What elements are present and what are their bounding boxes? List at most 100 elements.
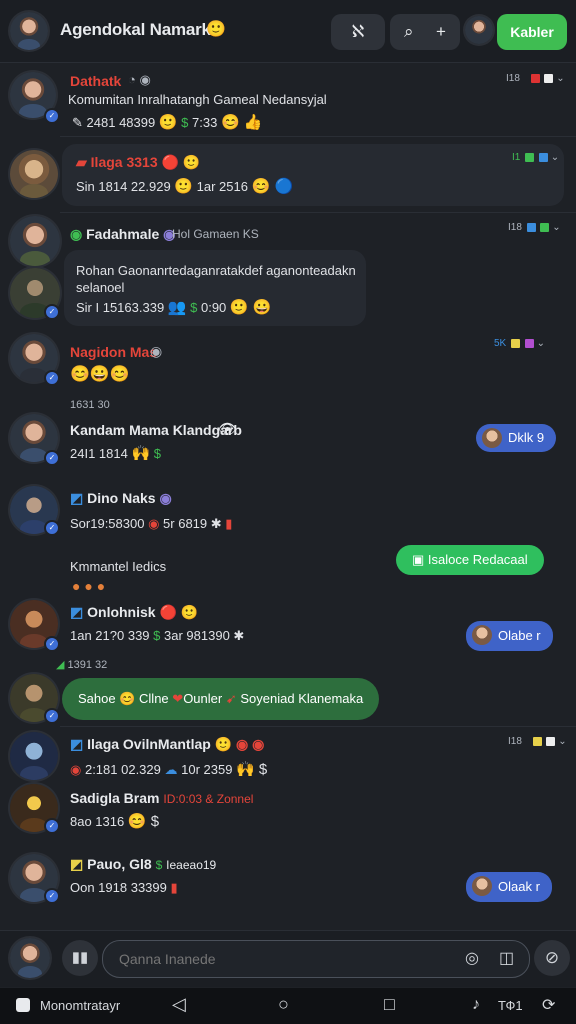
status-icon: ◔ ◉	[128, 72, 151, 87]
primary-action-button[interactable]: Kabler	[497, 14, 567, 50]
emoji-icon: 🔴 🙂	[159, 604, 199, 620]
money-icon: $	[181, 115, 189, 130]
pill-part-c: Ounler	[183, 691, 223, 706]
timestamp-divider: 1631 30	[70, 399, 110, 411]
emoji-icon: ◉	[148, 516, 160, 531]
verified-icon: ✓	[44, 708, 60, 724]
sender-name[interactable]: Sadigla Bram ID:0:03 & Zonnel	[70, 790, 253, 806]
sender-name[interactable]: ◩ Onlohnisk 🔴 🙂	[70, 604, 198, 621]
side-time: I18 ⌄	[508, 222, 561, 233]
my-avatar[interactable]	[10, 938, 50, 978]
verified-icon: ✓	[44, 888, 60, 904]
chevron-down-icon[interactable]: ⌄	[556, 73, 564, 84]
message-time: 5r 6819	[163, 516, 208, 531]
reply-bubble-text: Olaak r	[498, 879, 540, 894]
avatar-ilaga-2[interactable]	[10, 732, 58, 780]
send-icon: ⊘	[544, 948, 560, 967]
composer-bar: ▮▮ ◎ ◫ ⊘	[0, 930, 576, 987]
divider	[60, 726, 576, 727]
flag-icon	[544, 73, 554, 83]
home-icon[interactable]: ○	[278, 994, 289, 1015]
avatar-ilaga[interactable]	[10, 150, 58, 198]
money-icon: ✎	[72, 115, 83, 130]
sender-name[interactable]: ◩ Dino Naks ◉	[70, 490, 172, 507]
emoji-icon: 😊	[119, 691, 136, 706]
sender-name[interactable]: Kmmantel Iedics	[70, 559, 166, 574]
music-icon[interactable]: ♪	[472, 996, 480, 1014]
sender-name-text: Dino Naks	[87, 490, 156, 506]
message-meta: 1an 21?0 339 $ 3ar 981390 ✱	[70, 628, 244, 644]
sender-name[interactable]: ◉ Fadahmale ◉	[70, 226, 175, 243]
refresh-icon[interactable]: ⟳	[542, 995, 555, 1015]
emoji-icon: 🙌	[131, 445, 151, 462]
sender-name-text: Ilaga OvilnMantlap	[87, 736, 211, 752]
meta-line: Sir I 15163.339	[76, 300, 165, 315]
emoji-icon: 😊 🔵	[251, 178, 294, 195]
flag-icon	[530, 73, 540, 83]
sender-name-text: Fadahmale	[86, 226, 160, 242]
sticker-icon[interactable]: ◫	[499, 948, 514, 968]
pill-part-b: Cllne	[139, 691, 169, 706]
title-emoji-icon: 🙂	[206, 21, 226, 38]
flag-icon: ◩	[70, 856, 84, 872]
plus-icon: +	[436, 22, 446, 41]
avatar-fadahmale[interactable]	[10, 216, 60, 266]
money-icon: $	[153, 446, 162, 461]
avatar-shirt	[19, 104, 47, 118]
emoji-icon: 🙂	[174, 178, 194, 195]
chevron-down-icon[interactable]: ⌄	[537, 338, 545, 349]
chevron-down-icon[interactable]: ⌄	[551, 152, 559, 163]
search-button[interactable]: ⌕ +	[390, 14, 460, 50]
sender-name[interactable]: Kandam Mama Klandgarb	[70, 422, 242, 438]
top-bar: Agendokal Namark 🙂 ℵ ⌕ + Kabler	[0, 0, 576, 63]
avatar-shirt	[19, 765, 49, 780]
sender-name[interactable]: ◩ Ilaga OvilnMantlap 🙂 ◉ ◉	[70, 736, 264, 753]
message-meta: 24I1 1814 🙌 $	[70, 444, 161, 462]
outgoing-bubble-text: Isaloce Redacaal	[427, 552, 528, 567]
reaction-row[interactable]: 😊😀😊	[70, 364, 130, 384]
reply-bubble[interactable]: Olaak r	[466, 872, 552, 902]
verified-icon: ✓	[44, 370, 60, 386]
message-input[interactable]	[117, 947, 451, 971]
cloud-icon: ☁	[164, 762, 178, 777]
reply-bubble[interactable]: Olabe r	[466, 621, 553, 651]
heart-icon: ❤	[172, 691, 184, 706]
emoji-icon: 😊 👍	[220, 114, 263, 131]
tag-button[interactable]: ℵ	[331, 14, 385, 50]
highlight-message[interactable]: Sahoe 😊 Cllne ❤Ounler ➹ Soyeniad Klanema…	[62, 678, 380, 720]
arrow-icon: ◢	[56, 659, 65, 671]
flag-icon: ▰	[76, 154, 87, 170]
pill-part-d: Soyeniad Klanemaka	[240, 691, 364, 706]
profile-avatar[interactable]	[465, 16, 493, 44]
emoji-icon: 🙌 $	[236, 761, 268, 778]
sender-extra: ID:0:03 & Zonnel	[163, 792, 254, 806]
message-text: Rohan Gaonanrtedaganratakdef aganonteada…	[76, 263, 356, 295]
flag-icon	[540, 222, 550, 232]
side-time-label: I1	[512, 152, 521, 163]
camera-icon[interactable]: ◎	[465, 948, 479, 968]
reply-bubble[interactable]: Dklk 9	[476, 424, 557, 452]
search-icon: ⌕	[404, 22, 414, 41]
group-avatar[interactable]	[10, 12, 48, 50]
chevron-down-icon[interactable]: ⌄	[552, 222, 560, 233]
avatar-shirt	[20, 251, 50, 266]
attach-button[interactable]: ▮▮	[62, 940, 98, 976]
message-meta: Sir I 15163.339 👥 $ 0:90 🙂 😀	[76, 298, 271, 316]
recents-icon[interactable]: □	[384, 994, 395, 1015]
chat-title[interactable]: Agendokal Namark	[60, 20, 211, 40]
back-icon[interactable]: ◁	[172, 994, 186, 1015]
sender-name[interactable]: ◩ Pauo, Gl8 $ Ieaeao19	[70, 856, 216, 873]
sender-name[interactable]: Nagidon Mas	[70, 344, 157, 360]
message-time: 10r 2359	[181, 762, 233, 777]
outgoing-bubble[interactable]: ▣ Isaloce Redacaal	[396, 545, 544, 575]
message-time: 1ar 2516	[196, 179, 248, 194]
sender-name[interactable]: Dathatk	[70, 73, 121, 89]
send-button[interactable]: ⊘	[534, 940, 570, 976]
emoji-icon: 😊 $	[127, 813, 160, 830]
sender-name[interactable]: ▰ Ilaga 3313 🔴 🙂	[76, 154, 200, 171]
verified-icon: ✓	[44, 520, 60, 536]
divider	[60, 212, 576, 213]
avatar-shirt	[17, 38, 41, 50]
message-input-wrapper[interactable]: ◎ ◫	[102, 940, 530, 978]
chevron-down-icon[interactable]: ⌄	[558, 736, 566, 747]
